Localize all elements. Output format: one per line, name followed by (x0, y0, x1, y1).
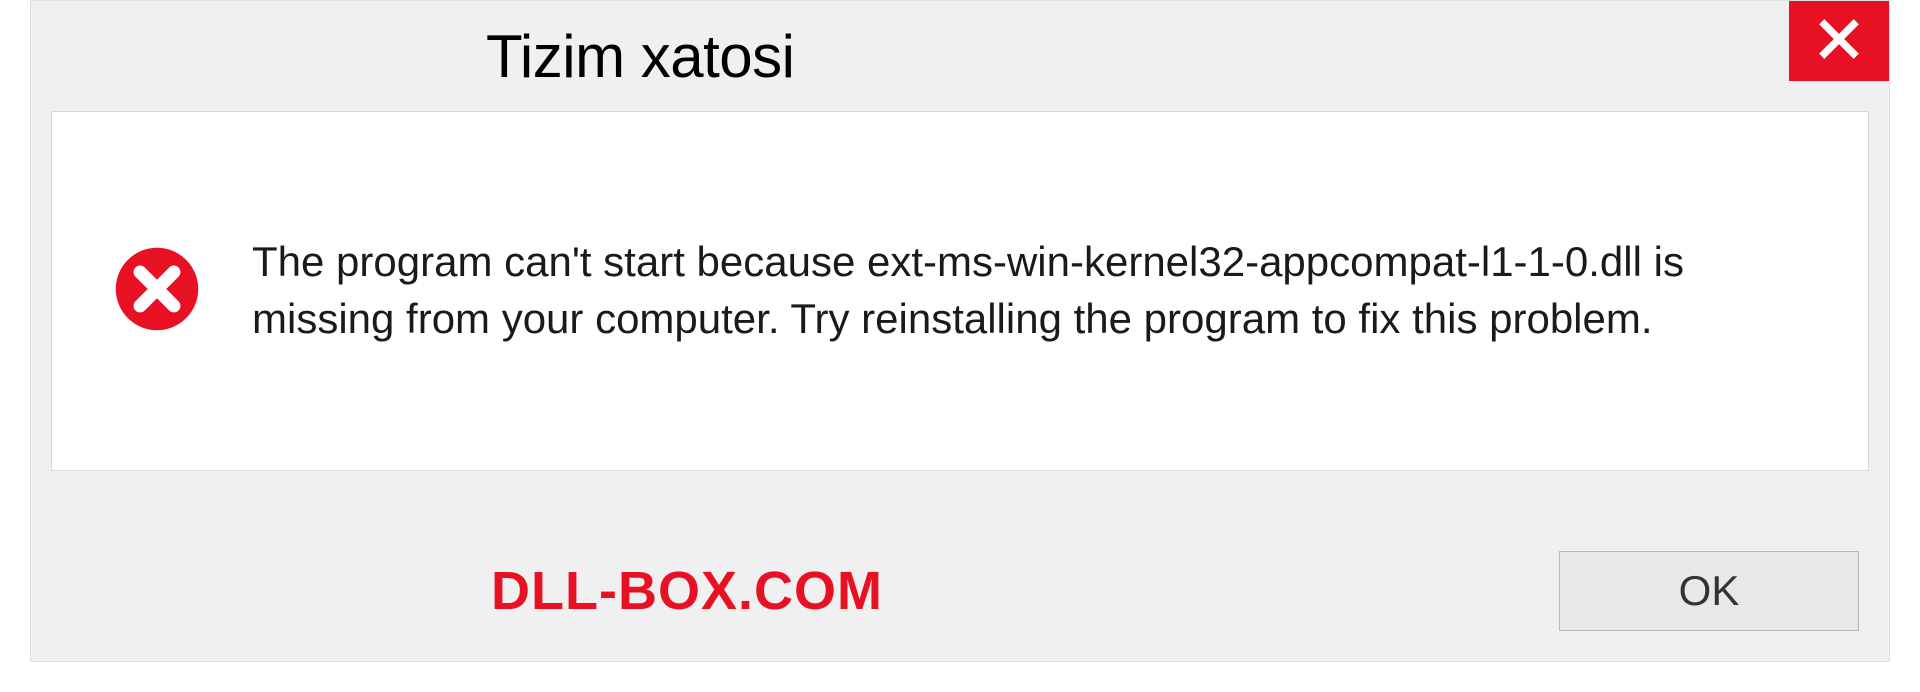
watermark-text: DLL-BOX.COM (51, 560, 883, 622)
error-dialog: Tizim xatosi The program can't start bec… (30, 0, 1890, 662)
ok-button[interactable]: OK (1559, 551, 1859, 631)
error-icon (112, 244, 202, 339)
dialog-footer: DLL-BOX.COM OK (51, 541, 1869, 641)
dialog-title: Tizim xatosi (486, 22, 794, 91)
close-icon (1817, 17, 1861, 66)
content-panel: The program can't start because ext-ms-w… (51, 111, 1869, 471)
error-message: The program can't start because ext-ms-w… (252, 234, 1808, 347)
close-button[interactable] (1789, 1, 1889, 81)
title-bar: Tizim xatosi (31, 1, 1889, 111)
ok-button-label: OK (1679, 567, 1740, 615)
